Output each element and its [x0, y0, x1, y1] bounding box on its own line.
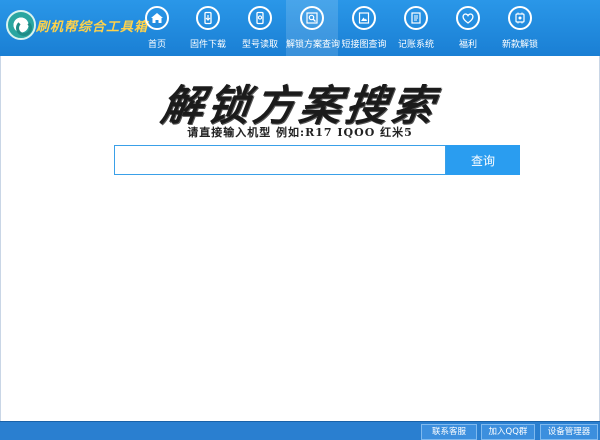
new-unlock-icon: [508, 6, 532, 30]
join-qq-group-button[interactable]: 加入QQ群: [481, 424, 535, 440]
top-toolbar: 刷机帮综合工具箱 首页 固件下载 型号读取 解锁方案查询 短接图查询 记账系统 …: [0, 0, 600, 56]
search-input[interactable]: [114, 145, 446, 175]
search-hint: 请直接输入机型 例如:R17 IQOO 红米5: [187, 126, 413, 139]
main-nav: 首页 固件下载 型号读取 解锁方案查询 短接图查询 记账系统 福利 新款解锁: [132, 0, 546, 56]
image-search-icon: [352, 6, 376, 30]
app-logo: 刷机帮综合工具箱: [4, 8, 147, 42]
status-bar: 联系客服 加入QQ群 设备管理器: [0, 421, 600, 440]
nav-item-model-read[interactable]: 型号读取: [234, 0, 286, 56]
search-button[interactable]: 查询: [446, 145, 520, 175]
device-manager-button[interactable]: 设备管理器: [540, 424, 598, 440]
nav-item-shorting-diagram[interactable]: 短接图查询: [338, 0, 390, 56]
nav-label: 型号读取: [241, 40, 278, 50]
nav-label: 首页: [147, 40, 166, 50]
phone-read-icon: [248, 6, 272, 30]
home-icon: [145, 6, 169, 30]
nav-item-new-unlock[interactable]: 新款解锁: [494, 0, 546, 56]
nav-label: 新款解锁: [501, 40, 538, 50]
heart-icon: [456, 6, 480, 30]
nav-item-ledger[interactable]: 记账系统: [390, 0, 442, 56]
nav-label: 固件下载: [189, 40, 226, 50]
nav-label: 记账系统: [397, 40, 434, 50]
nav-item-welfare[interactable]: 福利: [442, 0, 494, 56]
contact-support-button[interactable]: 联系客服: [421, 424, 477, 440]
nav-item-unlock-search[interactable]: 解锁方案查询: [286, 0, 341, 56]
nav-label: 解锁方案查询: [286, 40, 341, 50]
nav-item-firmware-download[interactable]: 固件下载: [182, 0, 234, 56]
nav-item-home[interactable]: 首页: [132, 0, 182, 56]
nav-label: 短接图查询: [341, 40, 387, 50]
nav-label: 福利: [458, 40, 477, 50]
ledger-icon: [404, 6, 428, 30]
unlock-search-icon: [300, 6, 324, 30]
firmware-download-icon: [196, 6, 220, 30]
logo-icon: [6, 10, 36, 40]
